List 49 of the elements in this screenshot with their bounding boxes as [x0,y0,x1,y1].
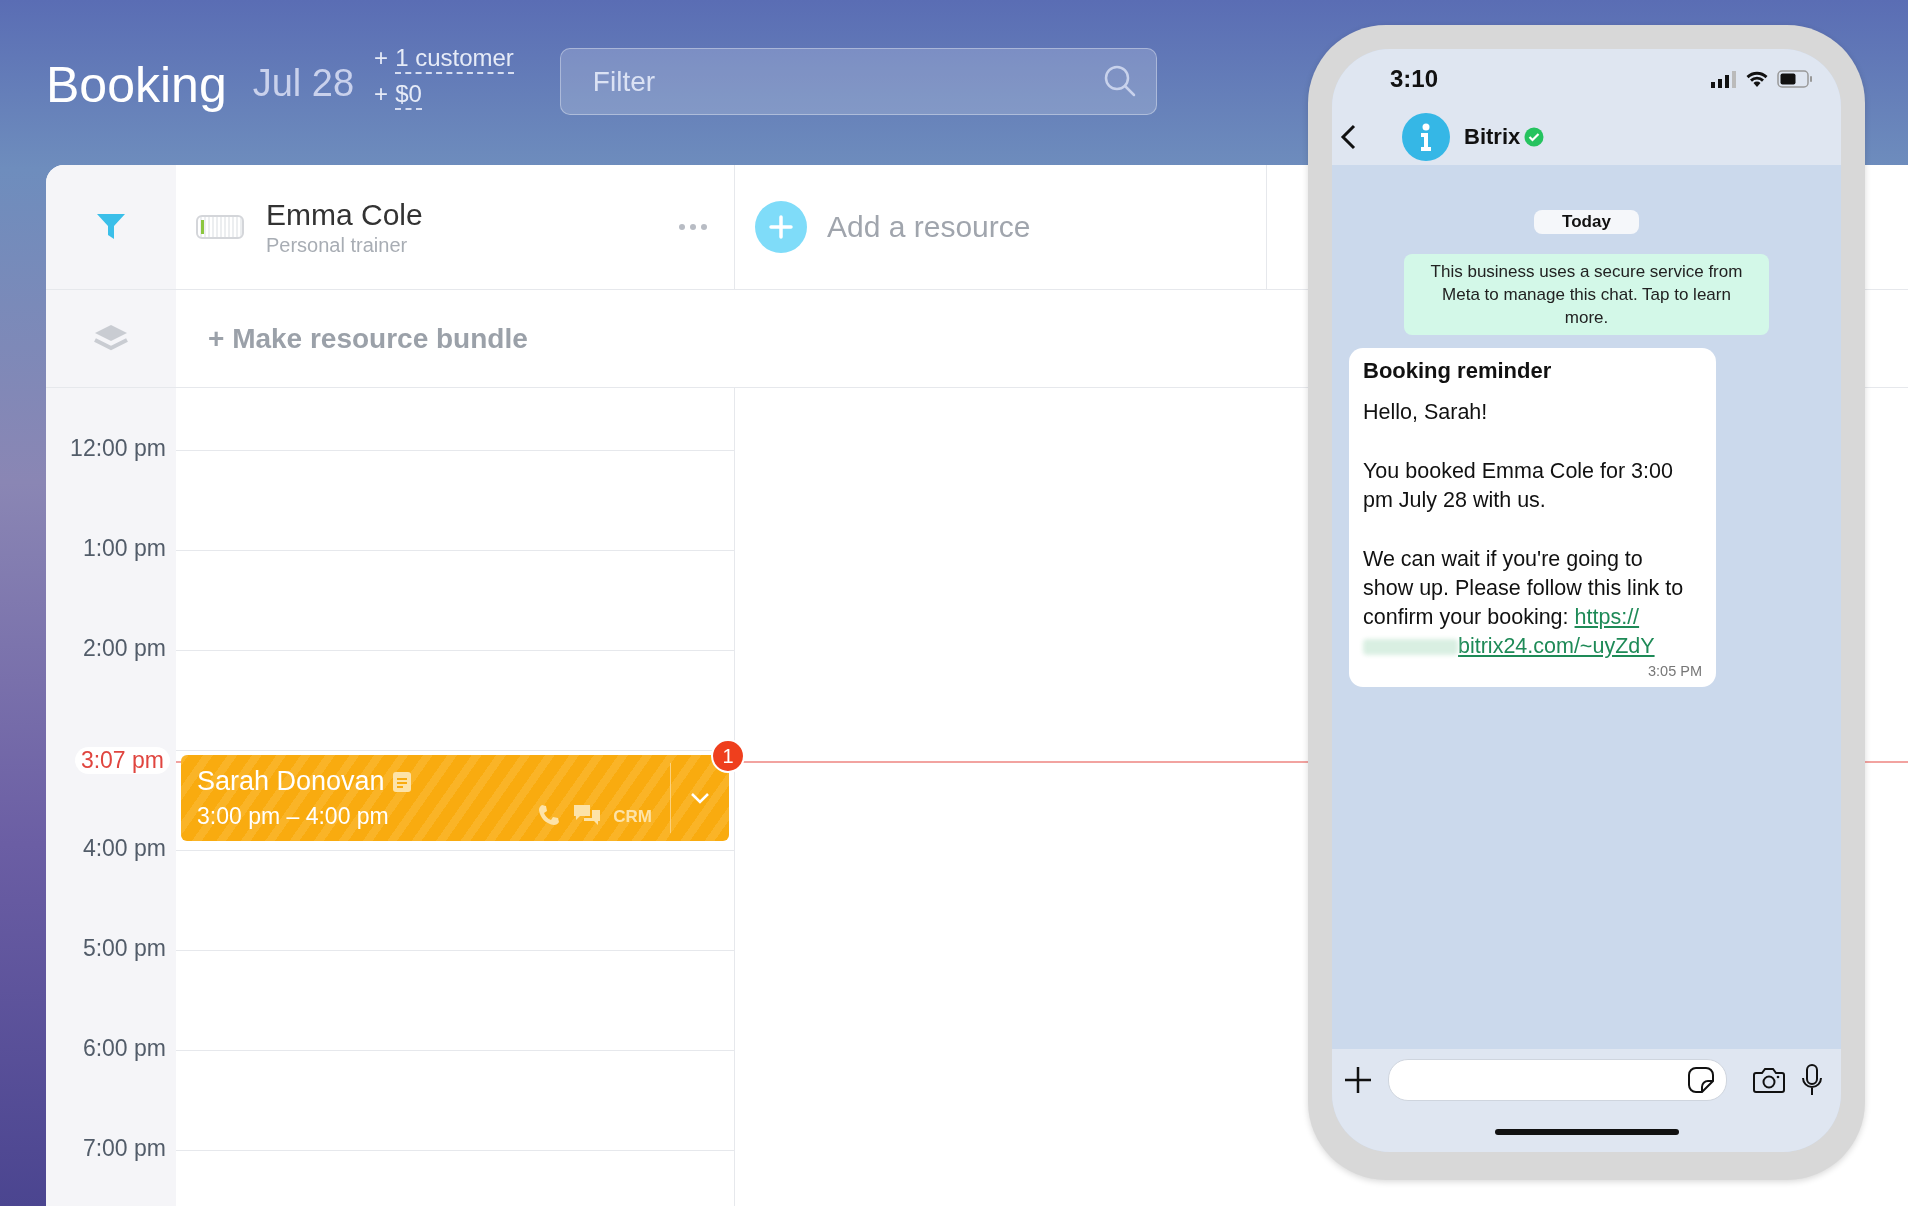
booking-time: 3:00 pm – 4:00 pm [197,803,390,830]
security-notice[interactable]: This business uses a secure service from Meta to manage this chat. Tap to learn more. [1404,254,1769,335]
plus-icon[interactable] [1344,1066,1372,1094]
page-title: Booking [46,56,227,114]
message-text: You booked Emma Cole for 3:00 pm July 28 with us. [1363,458,1674,514]
time-label: 2:00 pm [82,635,166,662]
info-avatar-icon [1402,113,1450,161]
notification-badge: 1 [711,739,745,773]
back-icon[interactable] [1340,124,1356,150]
add-icon[interactable] [755,201,807,253]
time-label: 12:00 pm [70,435,166,462]
time-label: 1:00 pm [82,535,166,562]
signal-icon [1711,70,1737,88]
time-label: 5:00 pm [82,935,166,962]
contact-name: Bitrix [1464,124,1521,150]
plus-sign: + [374,44,389,73]
phone-icon[interactable] [537,803,562,827]
more-icon[interactable] [678,223,708,231]
client-name: Sarah Donovan [197,766,385,797]
time-label: 6:00 pm [82,1035,166,1062]
message-link[interactable]: bitrix24.com/~uyZdY [1458,634,1655,658]
make-bundle-link[interactable]: + Make resource bundle [208,322,528,355]
date-chip: Today [1534,210,1639,234]
add-resource-link[interactable]: Add a resource [827,210,1031,244]
chat-icon[interactable] [573,803,602,827]
time-label: 7:00 pm [82,1135,166,1162]
current-time-label: 3:07 pm [74,747,170,774]
status-time: 3:10 [1390,65,1439,93]
date-label: Jul 28 [252,62,355,105]
message-text: Hello, Sarah! [1363,399,1489,426]
resource-name: Emma Cole [266,197,424,232]
message-time: 3:05 PM [1648,663,1702,679]
chevron-down-icon[interactable] [690,792,710,804]
message-text: We can wait if you're going to show up. Please follow this link to confirm your booking: https:// bitrix24.com/~uyZdY [1363,546,1685,660]
camera-icon[interactable] [1753,1067,1785,1093]
filter-icon[interactable] [96,213,126,241]
search-icon[interactable] [1102,64,1137,98]
message-title: Booking reminder [1363,358,1553,384]
microphone-icon[interactable] [1801,1064,1823,1096]
stat-link[interactable]: $0 [395,80,422,110]
message-field[interactable] [1388,1059,1727,1101]
stat-link[interactable]: 1 customer [395,44,514,74]
battery-status-icon [1777,70,1813,88]
message-link[interactable]: https:// [1574,605,1640,629]
time-label: 4:00 pm [82,835,166,862]
sticker-icon[interactable] [1688,1067,1714,1093]
wifi-icon [1745,70,1769,88]
plus-sign: + [374,80,389,109]
resource-role: Personal trainer [266,233,409,257]
